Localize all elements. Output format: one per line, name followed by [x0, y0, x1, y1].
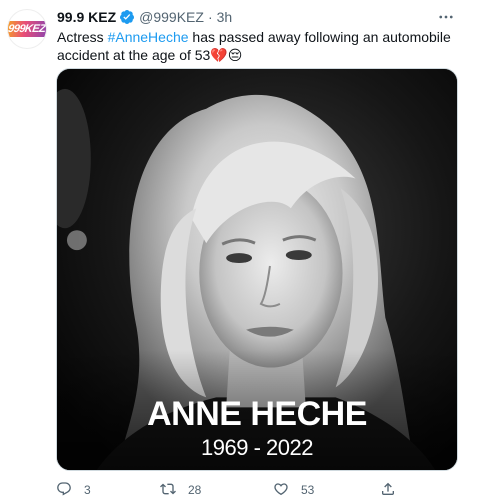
tweet-text: Actress #AnneHeche has passed away follo… — [57, 28, 457, 64]
tweet-header: 99.9 KEZ @999KEZ · 3h — [57, 8, 447, 26]
overlay-name-text: ANNE HECHE — [147, 395, 367, 433]
display-name[interactable]: 99.9 KEZ — [57, 9, 116, 25]
more-dots-icon[interactable] — [435, 6, 457, 28]
retweet-icon — [160, 481, 176, 500]
tweet-actions: 3 28 53 — [48, 478, 428, 502]
tweet-image[interactable]: ANNE HECHE 1969 - 2022 — [56, 68, 458, 471]
tweet[interactable]: 999KEZ 99.9 KEZ @999KEZ · 3h Actress #An… — [0, 0, 477, 503]
share-icon — [380, 481, 396, 500]
user-handle[interactable]: @999KEZ — [139, 9, 204, 25]
verified-badge-icon — [119, 9, 135, 25]
timestamp[interactable]: 3h — [217, 9, 233, 25]
tweet-text-before: Actress — [57, 29, 108, 45]
retweet-count: 28 — [188, 483, 202, 497]
like-count: 53 — [301, 483, 315, 497]
retweet-button[interactable]: 28 — [160, 478, 201, 502]
separator-dot: · — [207, 9, 213, 25]
overlay-years-text: 1969 - 2022 — [201, 435, 313, 460]
avatar[interactable]: 999KEZ — [7, 9, 47, 49]
heart-icon — [273, 481, 289, 500]
share-button[interactable] — [380, 478, 396, 502]
reply-button[interactable]: 3 — [56, 478, 91, 502]
hashtag-link[interactable]: #AnneHeche — [108, 29, 189, 45]
like-button[interactable]: 53 — [273, 478, 314, 502]
reply-icon — [56, 481, 72, 500]
avatar-logo: 999KEZ — [8, 21, 46, 37]
reply-count: 3 — [84, 483, 91, 497]
